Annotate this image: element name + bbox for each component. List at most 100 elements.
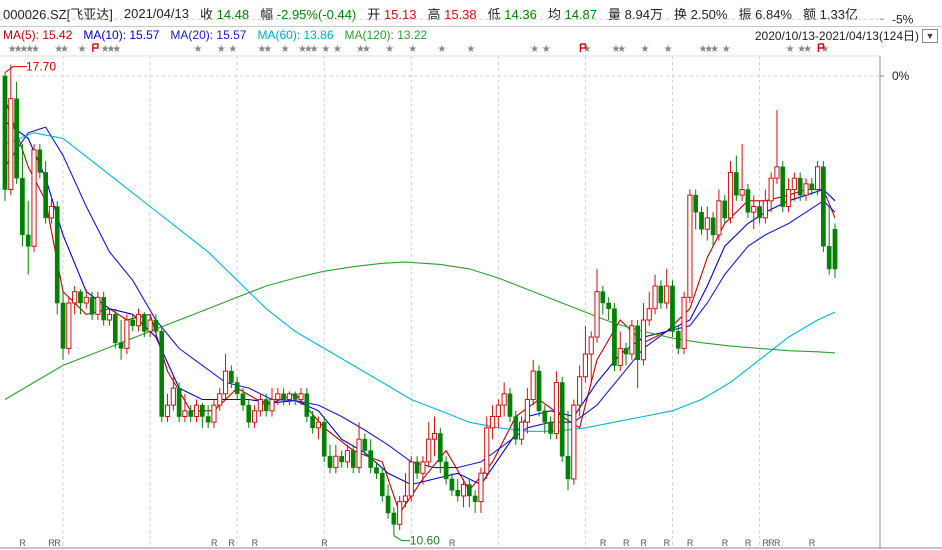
candle-body (176, 387, 182, 417)
candle-body (362, 438, 368, 451)
candle (391, 507, 397, 536)
candle-body (727, 171, 734, 219)
y-tick-label: 0% (892, 69, 910, 83)
star-marker: ★ (194, 44, 203, 55)
candle (281, 388, 286, 406)
candle (257, 393, 263, 417)
price-chart[interactable]: 0%-5%-10%-15%-20%-25%-30%-35%-40%★★★★★★★… (0, 0, 942, 550)
r-marker: R (252, 538, 259, 548)
candle-body (565, 455, 571, 480)
candle (780, 161, 786, 213)
candle-body (821, 166, 826, 247)
candle-body (658, 285, 664, 304)
candle (623, 342, 629, 366)
candle-body (78, 291, 83, 304)
r-marker: R (664, 538, 671, 548)
candle-body (89, 297, 95, 315)
candle (791, 172, 797, 201)
candle (159, 325, 165, 423)
candle-body (774, 166, 780, 179)
candle (397, 495, 403, 530)
candle-body (652, 285, 658, 310)
candle (670, 280, 675, 338)
candle-body (612, 308, 617, 366)
candle (821, 161, 826, 252)
candle-body (431, 433, 438, 440)
candle-body (623, 348, 629, 355)
candle-body (135, 313, 142, 327)
candle-body (48, 206, 55, 219)
candle-body (414, 461, 420, 474)
candle-body (234, 382, 240, 395)
star-marker: ★ (786, 44, 795, 55)
candle-body (368, 450, 374, 468)
candle (43, 161, 48, 224)
candle-body (188, 410, 194, 417)
candle (310, 410, 315, 434)
star-marker: ★ (617, 44, 626, 55)
candle-body (791, 177, 797, 190)
candle-body (217, 393, 223, 406)
candle-body (739, 189, 745, 196)
star-marker: ★ (281, 44, 290, 55)
star-marker: ★ (263, 44, 272, 55)
candle-body (722, 200, 728, 219)
r-marker: R (745, 538, 752, 548)
candle (112, 308, 118, 349)
candle (25, 200, 31, 275)
candle (524, 388, 530, 434)
candle-body (2, 75, 8, 190)
candle-body (443, 461, 449, 480)
candle-body (455, 490, 461, 497)
candle-body (229, 370, 234, 383)
candle (48, 195, 55, 224)
candle-body (600, 291, 606, 304)
r-marker: R (321, 538, 328, 548)
candle-body (513, 416, 519, 440)
candle (617, 331, 623, 372)
candle (826, 206, 832, 275)
candle-body (222, 370, 229, 395)
star-marker: ★ (803, 44, 812, 55)
candle (200, 402, 205, 428)
candle (106, 308, 113, 326)
candle (344, 444, 351, 468)
candle-body (582, 353, 589, 378)
candle-body (826, 246, 832, 270)
candle (606, 297, 611, 321)
candle (542, 405, 548, 434)
candle-body (257, 398, 263, 412)
star-marker: ★ (466, 44, 475, 55)
candle (222, 354, 229, 400)
candle (687, 189, 693, 303)
candle-body (66, 302, 72, 349)
candle-body (704, 217, 710, 230)
candle (646, 291, 652, 326)
candle-body (681, 296, 687, 349)
candle (768, 172, 774, 213)
candle (727, 161, 734, 224)
candle-body (751, 206, 757, 213)
candle-body (530, 370, 536, 400)
ma-line-ma120 (4, 261, 836, 400)
candle (518, 416, 525, 445)
high-pointer (4, 66, 27, 73)
candle-body (20, 177, 25, 236)
candle-body (670, 285, 675, 332)
high-price-label: 17.70 (26, 60, 56, 74)
candle-body (292, 393, 298, 400)
candle (339, 450, 344, 468)
candle (472, 490, 478, 513)
star-marker: ★ (722, 44, 731, 55)
red-flag-marker (92, 43, 99, 52)
candle-body (588, 336, 594, 355)
candle-body (25, 234, 31, 247)
candle (548, 416, 553, 440)
r-marker: R (623, 538, 630, 548)
star-marker: ★ (530, 44, 539, 55)
star-marker: ★ (820, 44, 829, 55)
candle (211, 399, 217, 428)
candle-body (814, 166, 821, 191)
candle (553, 371, 559, 440)
ma-line-ma60 (4, 132, 836, 432)
